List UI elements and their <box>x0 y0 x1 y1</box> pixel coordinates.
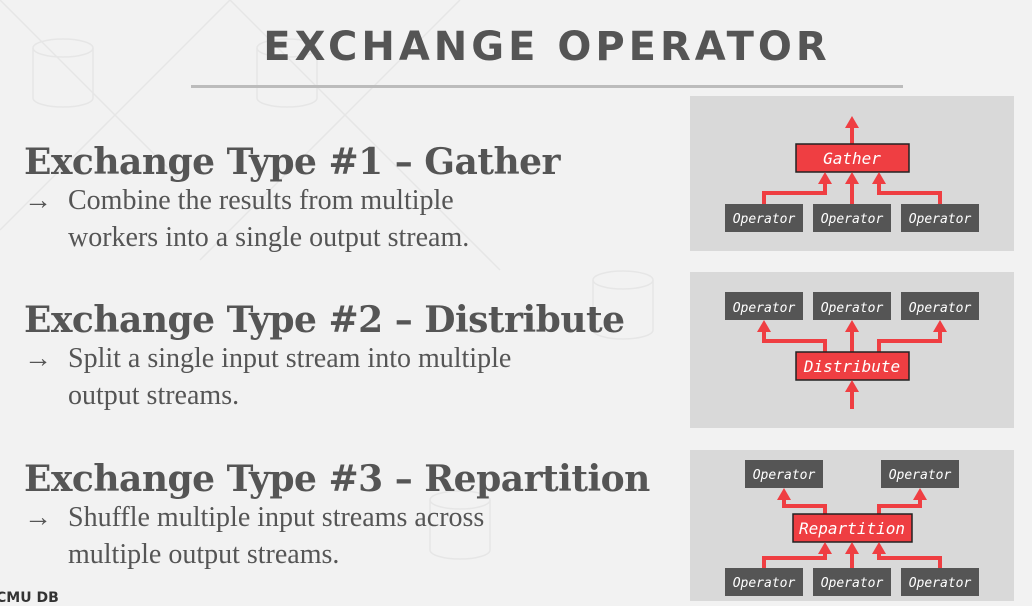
distribute-input-arrow <box>845 380 859 409</box>
bullet-item: → Shuffle multiple input streams across … <box>24 499 664 573</box>
section-repartition: Exchange Type #3 – Repartition → Shuffle… <box>24 459 664 573</box>
operator-box: Operator <box>901 568 979 596</box>
distribute-exchange-label: Distribute <box>803 357 900 376</box>
svg-text:Operator: Operator <box>753 468 816 483</box>
bullet-line: multiple output streams. <box>68 539 340 570</box>
gather-output-arrow <box>845 116 859 144</box>
gather-exchange-label: Gather <box>823 149 881 168</box>
bullet-line: Split a single input stream into multipl… <box>68 343 512 374</box>
bullet-line: output streams. <box>68 380 240 411</box>
section-heading: Exchange Type #3 – Repartition <box>24 458 650 500</box>
arrow-icon: → <box>24 502 52 533</box>
arrow-icon: → <box>24 343 52 374</box>
operator-box: Operator <box>725 204 803 232</box>
svg-text:Operator: Operator <box>821 212 884 227</box>
section-heading: Exchange Type #2 – Distribute <box>24 299 625 341</box>
bullet-item: → Split a single input stream into multi… <box>24 340 664 414</box>
bullet-line: Shuffle multiple input streams across <box>68 502 485 533</box>
bullet-line: workers into a single output stream. <box>68 222 470 253</box>
svg-text:Operator: Operator <box>821 576 884 591</box>
repartition-diagram: Operator Operator Repartition Operator O… <box>690 450 1014 601</box>
svg-text:Operator: Operator <box>821 301 884 316</box>
svg-text:Operator: Operator <box>733 576 796 591</box>
section-distribute: Exchange Type #2 – Distribute → Split a … <box>24 300 664 414</box>
operator-box: Operator <box>725 568 803 596</box>
operator-box: Operator <box>725 292 803 320</box>
distribute-diagram: Operator Operator Operator Distribute <box>690 272 1014 428</box>
svg-text:Operator: Operator <box>909 301 972 316</box>
gather-input-arrows <box>762 172 942 204</box>
gather-diagram: Gather Operator Operator Operator <box>690 96 1014 251</box>
operator-box: Operator <box>901 292 979 320</box>
svg-text:Operator: Operator <box>909 576 972 591</box>
operator-box: Operator <box>813 292 891 320</box>
svg-text:Operator: Operator <box>733 301 796 316</box>
bullet-item: → Combine the results from multiple work… <box>24 182 664 256</box>
operator-box: Operator <box>813 568 891 596</box>
svg-text:Operator: Operator <box>889 468 952 483</box>
operator-box: Operator <box>881 460 959 488</box>
repartition-input-arrows <box>762 542 942 568</box>
repartition-output-arrows <box>777 488 927 514</box>
repartition-exchange-label: Repartition <box>799 519 905 538</box>
section-gather: Exchange Type #1 – Gather → Combine the … <box>24 142 664 256</box>
operator-box: Operator <box>813 204 891 232</box>
slide-title: EXCHANGE OPERATOR <box>263 24 831 70</box>
title-underline <box>191 85 903 88</box>
distribute-output-arrows <box>757 320 947 352</box>
bullet-line: Combine the results from multiple <box>68 185 454 216</box>
arrow-icon: → <box>24 185 52 216</box>
section-heading: Exchange Type #1 – Gather <box>24 141 561 183</box>
svg-text:Operator: Operator <box>909 212 972 227</box>
operator-box: Operator <box>901 204 979 232</box>
operator-box: Operator <box>745 460 823 488</box>
svg-text:Operator: Operator <box>733 212 796 227</box>
footer-label: CMU DB <box>0 590 59 606</box>
